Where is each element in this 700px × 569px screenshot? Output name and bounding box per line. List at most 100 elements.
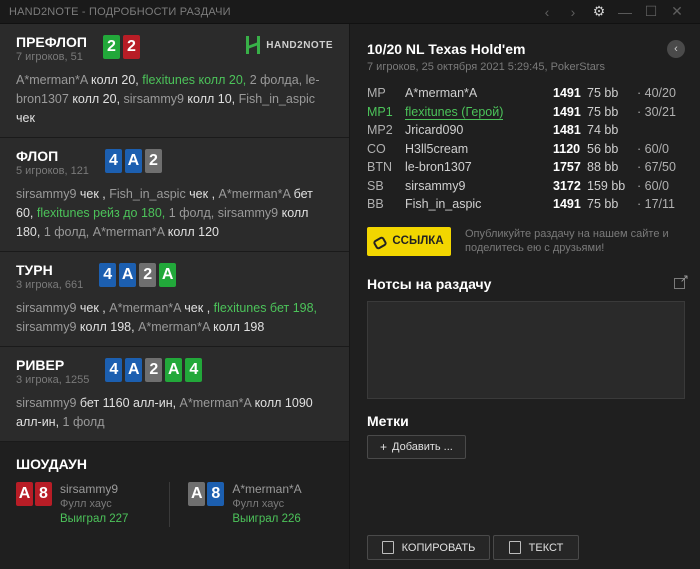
player-stack-bb: 88 bb (587, 160, 619, 174)
maximize-icon[interactable]: ☐ (638, 1, 664, 23)
player-position: MP2 (367, 123, 393, 137)
hole-card: A (188, 482, 206, 506)
add-tag-label: Добавить ... (392, 440, 453, 453)
player-stack: 1481 (553, 123, 581, 137)
document-icon (508, 541, 521, 554)
add-tag-button[interactable]: + Добавить ... (367, 434, 466, 459)
action-fragment: 1 фолд, (43, 225, 93, 239)
board-card: 2 (145, 358, 163, 382)
board-card: 2 (144, 149, 162, 173)
showdown-player-name: A*merman*A (232, 482, 302, 496)
action-fragment: sirsammy9 (16, 396, 80, 410)
back-icon[interactable]: ‹ (667, 40, 685, 58)
player-name[interactable]: A*merman*A (405, 86, 477, 100)
player-stats (637, 121, 685, 140)
share-hint: Опубликуйте раздачу на нашем сайте и под… (465, 228, 669, 254)
player-name[interactable]: sirsammy9 (405, 179, 465, 193)
player-row[interactable]: CO H3ll5cream 1120 56 bb · 60/0 (367, 140, 685, 159)
street-2: ТУРН 3 игрока, 661 4 A 2 Asirsammy9 чек , A*m… (0, 252, 349, 347)
minimize-icon[interactable]: — (612, 1, 638, 23)
player-stack: 1757 (553, 160, 581, 174)
board-card: A (124, 149, 142, 173)
player-position: SB (367, 178, 384, 193)
player-row[interactable]: SB sirsammy9 3172 159 bb · 60/0 (367, 177, 685, 196)
player-row[interactable]: MP2 Jricard090 1481 74 bb (367, 121, 685, 140)
action-fragment: flexitunes колл 20, (142, 73, 250, 87)
player-stats: · 67/50 (637, 160, 676, 174)
game-title: 10/20 NL Texas Hold'em (367, 41, 526, 57)
board-card: A (159, 263, 177, 287)
player-row[interactable]: BTN le-bron1307 1757 88 bb · 67/50 (367, 158, 685, 177)
street-name: ПРЕФЛОП (16, 34, 87, 50)
action-fragment: A*merman*A (109, 301, 185, 315)
copy-button[interactable]: КОПИРОВАТЬ (367, 535, 490, 560)
board-card: 2 (102, 35, 120, 59)
text-button[interactable]: ТЕКСТ (493, 535, 579, 560)
player-name[interactable]: H3ll5cream (405, 142, 468, 156)
showdown-result: Выиграл 227 (60, 513, 129, 525)
showdown-player: A 8 A*merman*A Фулл хаус Выиграл 226 (169, 482, 333, 527)
showdown-hand: Фулл хаус (232, 498, 285, 510)
link-icon (374, 237, 386, 246)
board-card: A (125, 358, 143, 382)
action-fragment: A*merman*A (92, 225, 168, 239)
action-fragment: sirsammy9 (16, 187, 80, 201)
action-fragment: sirsammy9 (16, 320, 80, 334)
board-card: 4 (185, 358, 203, 382)
board-card: 4 (105, 358, 123, 382)
player-row[interactable]: BB Fish_in_aspic 1491 75 bb · 17/11 (367, 195, 685, 214)
link-button[interactable]: ССЫЛКА (367, 226, 451, 256)
street-pot: 3 игрока, 661 (16, 279, 84, 291)
player-stats: · 40/20 (637, 86, 676, 100)
action-fragment: A*merman*A (16, 73, 92, 87)
action-fragment: 1 фолд, (168, 206, 218, 220)
notes-textarea[interactable] (367, 300, 685, 399)
player-name[interactable]: Jricard090 (405, 123, 463, 137)
gear-icon[interactable]: ⚙ (586, 1, 612, 23)
player-name[interactable]: le-bron1307 (405, 160, 472, 174)
notes-title: Нотсы на раздачу (367, 275, 492, 292)
player-stats: · 60/0 (637, 141, 669, 156)
action-fragment: колл 20, (91, 73, 143, 87)
street-pot: 3 игрока, 1255 (16, 374, 90, 386)
close-icon[interactable]: ✕ (664, 1, 690, 23)
player-position: BTN (367, 160, 392, 174)
player-stack: 1120 (553, 141, 581, 156)
action-fragment: flexitunes бет 198, (213, 301, 318, 315)
showdown-player-name: sirsammy9 (60, 482, 119, 496)
players-table: MP A*merman*A 1491 75 bb · 40/20 MP1 flexitune… (367, 84, 685, 214)
action-fragment: A*merman*A (138, 320, 214, 334)
action-fragment: 1 фолд (62, 415, 105, 429)
street-name: РИВЕР (16, 357, 65, 373)
hole-card: 8 (35, 482, 52, 506)
player-position: CO (367, 141, 386, 156)
action-fragment: sirsammy9 (217, 206, 282, 220)
board-card: 4 (104, 149, 122, 173)
player-position: MP (367, 86, 386, 100)
street-actions: sirsammy9 чек , A*merman*A чек , flexitu… (16, 299, 333, 346)
tags-title: Метки (367, 412, 409, 429)
game-subtitle: 7 игроков, 25 октября 2021 5:29:45, Poke… (367, 61, 605, 73)
player-stack-bb: 75 bb (587, 86, 619, 100)
prev-hand-icon[interactable]: ‹ (534, 1, 560, 23)
street-3: РИВЕР 3 игрока, 1255 4 A 2 A 4 sirsammy9 бет 11… (0, 347, 349, 442)
player-stack-bb: 74 bb (587, 123, 619, 137)
board-card: 2 (122, 35, 140, 59)
street-name: ТУРН (16, 262, 53, 278)
action-fragment: 2 фолда, (249, 73, 306, 87)
player-stats: · 17/11 (637, 197, 675, 211)
action-fragment: чек , (79, 187, 110, 201)
player-name[interactable]: Fish_in_aspic (405, 197, 481, 211)
player-name[interactable]: flexitunes (Герой) (405, 104, 504, 120)
action-fragment: flexitunes рейз до 180, (36, 206, 169, 220)
player-stack-bb: 159 bb (587, 178, 626, 193)
player-row[interactable]: MP1 flexitunes (Герой) 1491 75 bb · 30/21 (367, 103, 685, 122)
action-fragment: sirsammy9 (16, 301, 80, 315)
action-fragment: чек , (79, 301, 110, 315)
link-button-label: ССЫЛКА (392, 235, 444, 247)
player-row[interactable]: MP A*merman*A 1491 75 bb · 40/20 (367, 84, 685, 103)
next-hand-icon[interactable]: › (560, 1, 586, 23)
external-link-icon[interactable] (674, 272, 689, 289)
showdown-result: Выиграл 226 (232, 513, 301, 525)
board-card: A (119, 263, 137, 287)
